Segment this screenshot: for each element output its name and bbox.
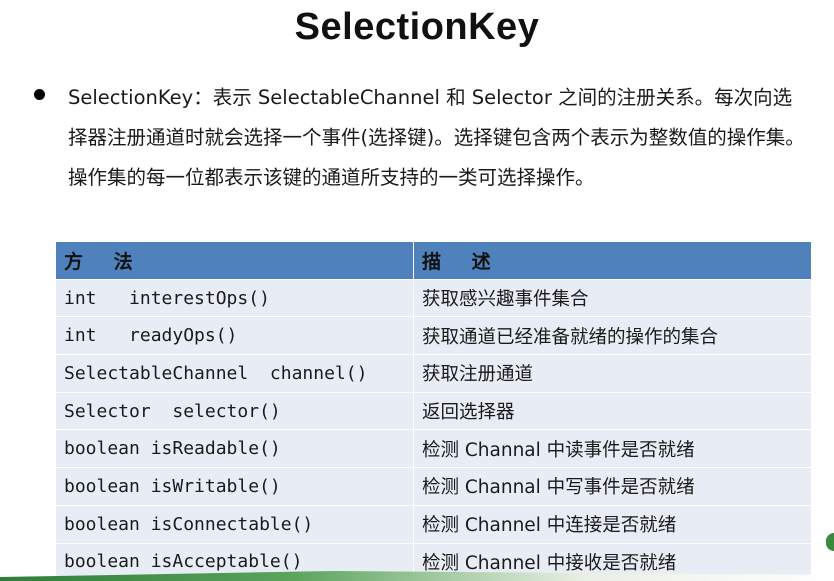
description-cell: 获取注册通道 bbox=[413, 354, 812, 393]
table-header-row: 方 法 描 述 bbox=[55, 241, 812, 280]
description-cell: 检测 Channal 中写事件是否就绪 bbox=[413, 467, 812, 506]
table-row: boolean isWritable() 检测 Channal 中写事件是否就绪 bbox=[55, 467, 812, 506]
method-cell: boolean isReadable() bbox=[55, 429, 414, 469]
description-cell: 检测 Channel 中连接是否就绪 bbox=[413, 504, 812, 544]
method-cell: SelectableChannel channel() bbox=[55, 354, 414, 393]
methods-table: 方 法 描 述 int interestOps() 获取感兴趣事件集合 int … bbox=[55, 241, 812, 581]
method-cell: boolean isConnectable() bbox=[55, 504, 414, 544]
table-row: SelectableChannel channel() 获取注册通道 bbox=[55, 354, 812, 393]
bullet-dot-icon bbox=[34, 89, 45, 100]
method-cell: int readyOps() bbox=[55, 316, 414, 356]
header-description: 描 述 bbox=[413, 241, 812, 280]
table-row: int readyOps() 获取通道已经准备就绪的操作的集合 bbox=[55, 316, 812, 356]
method-cell: boolean isWritable() bbox=[55, 467, 414, 506]
description-cell: 获取感兴趣事件集合 bbox=[413, 278, 812, 318]
header-method: 方 法 bbox=[55, 241, 414, 280]
table-row: boolean isConnectable() 检测 Channel 中连接是否… bbox=[55, 504, 812, 544]
slide-corner-decoration bbox=[826, 533, 834, 551]
method-cell: int interestOps() bbox=[55, 278, 414, 318]
table-row: Selector selector() 返回选择器 bbox=[55, 391, 812, 431]
method-cell: Selector selector() bbox=[55, 391, 414, 431]
slide-title: SelectionKey bbox=[294, 6, 540, 48]
description-cell: 返回选择器 bbox=[413, 391, 812, 431]
description-cell: 获取通道已经准备就绪的操作的集合 bbox=[413, 316, 812, 356]
table-row: int interestOps() 获取感兴趣事件集合 bbox=[55, 278, 812, 318]
bullet-text: SelectionKey：表示 SelectableChannel 和 Sele… bbox=[68, 86, 805, 189]
table-row: boolean isReadable() 检测 Channal 中读事件是否就绪 bbox=[55, 429, 812, 469]
description-cell: 检测 Channal 中读事件是否就绪 bbox=[413, 429, 812, 469]
